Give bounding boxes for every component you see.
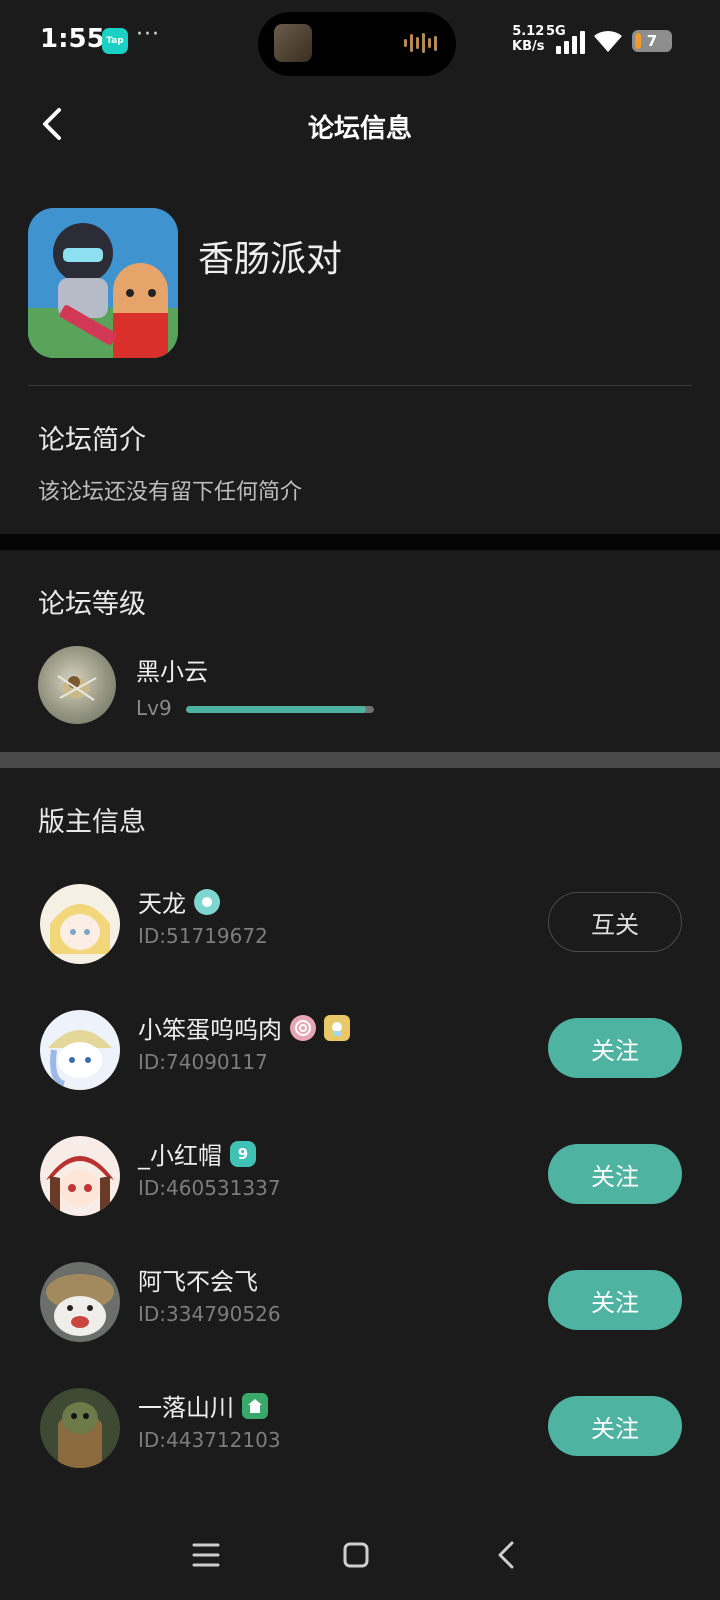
moderator-name-line: 天龙 — [138, 884, 220, 919]
divider — [28, 385, 692, 386]
moderator-id: ID:74090117 — [138, 1050, 268, 1074]
moderator-name: 一落山川 — [138, 1394, 234, 1422]
menu-icon — [192, 1543, 220, 1567]
net-speed-value: 5.12 — [512, 24, 545, 39]
net-speed-unit: KB/s — [512, 39, 545, 54]
moderator-name: _小红帽 — [138, 1142, 222, 1170]
avatar[interactable] — [40, 1010, 120, 1090]
house-badge-icon — [242, 1392, 268, 1419]
wifi-icon — [594, 30, 622, 52]
moderator-id: ID:51719672 — [138, 924, 268, 948]
moderator-row: 一落山川 ID:443712103 关注 — [0, 1388, 720, 1514]
planet-badge-icon — [194, 888, 220, 915]
moderator-name-line: 阿飞不会飞 — [138, 1262, 258, 1297]
moderator-id: ID:334790526 — [138, 1302, 281, 1326]
moderator-row: 阿飞不会飞 ID:334790526 关注 — [0, 1262, 720, 1388]
battery-icon: 7 — [632, 30, 672, 52]
chevron-left-icon — [498, 1541, 514, 1569]
level-label: Lv9 — [136, 696, 172, 720]
level-progress-fill — [186, 706, 367, 713]
mutual-follow-button[interactable]: 互关 — [548, 892, 682, 952]
moderator-name-line: 小笨蛋呜呜肉 — [138, 1010, 350, 1045]
moderator-row: 天龙 ID:51719672 互关 — [0, 884, 720, 1010]
home-square-icon — [343, 1542, 369, 1568]
level-nine-badge-icon: 9 — [230, 1140, 256, 1167]
spiral-candy-badge-icon — [290, 1014, 316, 1041]
follow-button[interactable]: 关注 — [548, 1270, 682, 1330]
more-notifications-icon: ··· — [136, 22, 160, 47]
moderator-name-line: 一落山川 — [138, 1388, 268, 1423]
menu-nav-button[interactable] — [176, 1530, 236, 1580]
avatar[interactable] — [40, 884, 120, 964]
intro-text: 该论坛还没有留下任何简介 — [38, 480, 303, 505]
moderator-row: 小笨蛋呜呜肉 ID:74090117 关注 — [0, 1010, 720, 1136]
moderator-name: 小笨蛋呜呜肉 — [138, 1016, 282, 1044]
intro-title: 论坛简介 — [38, 425, 146, 456]
character-badge-icon — [324, 1014, 350, 1041]
back-nav-button[interactable] — [476, 1530, 536, 1580]
forum-name: 香肠派对 — [198, 239, 343, 280]
page-title: 论坛信息 — [307, 114, 412, 144]
level-progress-bar — [186, 706, 374, 713]
moderator-row: _小红帽 9 ID:460531337 关注 — [0, 1136, 720, 1262]
moderator-name: 阿飞不会飞 — [138, 1268, 258, 1296]
follow-button[interactable]: 关注 — [548, 1144, 682, 1204]
net-speed: 5.12 KB/s — [512, 24, 544, 54]
battery-level: 7 — [646, 32, 658, 50]
signal-icon — [556, 28, 586, 54]
follow-button[interactable]: 关注 — [548, 1396, 682, 1456]
tap-app-icon: Tap — [102, 28, 128, 54]
moderator-id: ID:443712103 — [138, 1428, 281, 1452]
avatar[interactable] — [40, 1262, 120, 1342]
status-time: 1:55 — [40, 24, 105, 54]
level-title: 论坛等级 — [38, 589, 146, 620]
moderator-name: 天龙 — [138, 890, 186, 918]
forum-icon — [28, 208, 178, 358]
media-thumbnail — [274, 24, 312, 62]
section-separator — [0, 752, 720, 768]
audio-wave-icon — [404, 32, 438, 54]
moderator-name-line: _小红帽 9 — [138, 1136, 256, 1171]
follow-button[interactable]: 关注 — [548, 1018, 682, 1078]
avatar[interactable] — [40, 1136, 120, 1216]
home-nav-button[interactable] — [326, 1530, 386, 1580]
level-user-name: 黑小云 — [136, 658, 208, 686]
moderators-title: 版主信息 — [38, 807, 146, 838]
avatar[interactable] — [38, 646, 116, 724]
avatar[interactable] — [40, 1388, 120, 1468]
section-separator — [0, 534, 720, 550]
moderator-id: ID:460531337 — [138, 1176, 281, 1200]
